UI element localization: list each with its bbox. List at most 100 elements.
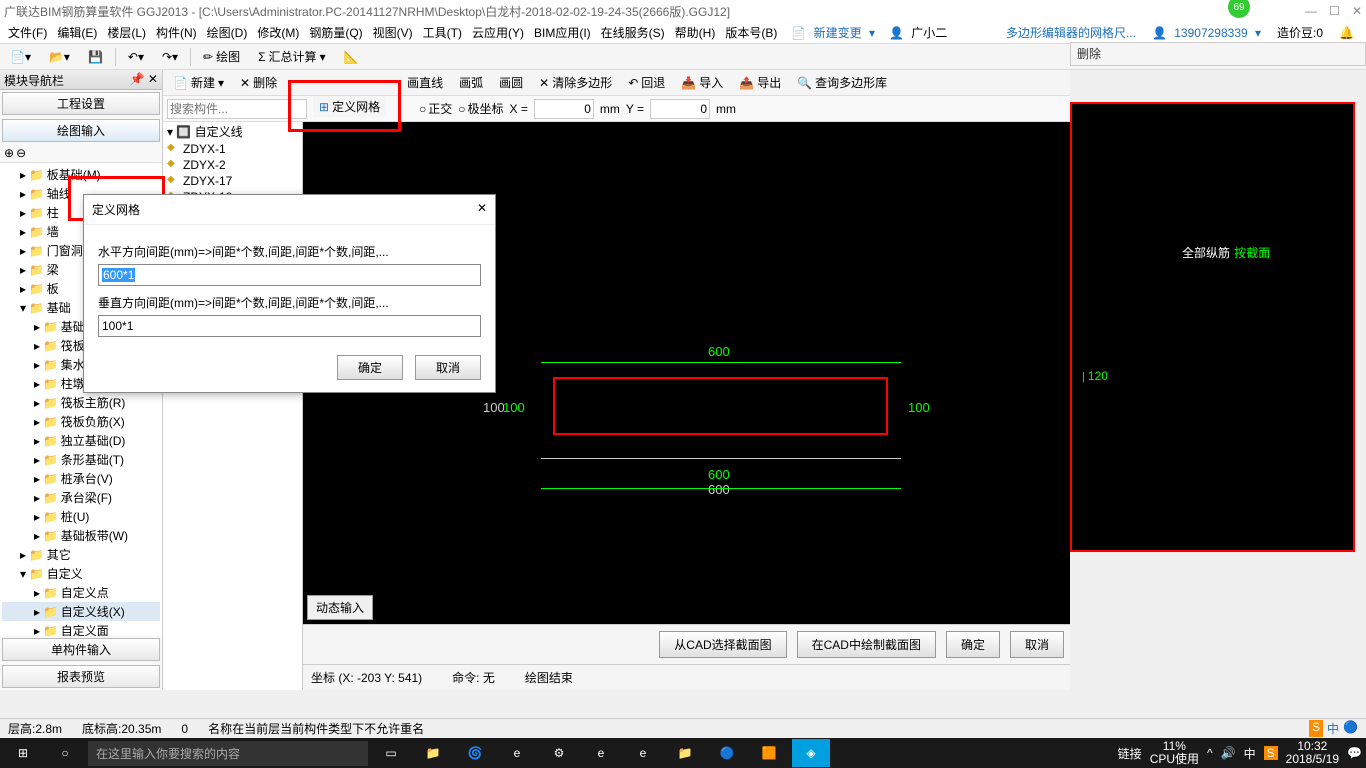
expand-icon[interactable]: ⊕ <box>4 146 14 160</box>
dialog-ok-button[interactable]: 确定 <box>337 355 403 380</box>
clock[interactable]: 10:322018/5/19 <box>1286 740 1339 766</box>
ruler-icon[interactable]: 📐 <box>338 48 365 66</box>
edge-icon[interactable]: e <box>498 739 536 767</box>
tree-item[interactable]: ▸ 📁 筏板主筋(R) <box>2 393 160 412</box>
ime-icon[interactable]: 中 <box>1244 745 1256 762</box>
tree-item[interactable]: ▸ 📁 板基础(M) <box>2 165 160 184</box>
maximize-icon[interactable]: ☐ <box>1329 4 1340 18</box>
notifications-icon[interactable]: 💬 <box>1347 746 1362 760</box>
ok-button[interactable]: 确定 <box>946 631 1000 658</box>
new-change-button[interactable]: 📄 新建变更 ▾ <box>787 24 879 41</box>
dialog-cancel-button[interactable]: 取消 <box>415 355 481 380</box>
list-item[interactable]: ZDYX-2 <box>163 157 302 173</box>
draw-toggle[interactable]: ✏ 绘图 <box>197 46 246 67</box>
v-spacing-input[interactable] <box>98 315 481 337</box>
list-item[interactable]: ZDYX-1 <box>163 141 302 157</box>
close-icon[interactable]: ✕ <box>1352 4 1362 18</box>
explorer-icon[interactable]: 📁 <box>666 739 704 767</box>
delete-button[interactable]: ✕ 删除 <box>234 72 283 93</box>
tree-item[interactable]: ▸ 📁 自定义面 <box>2 621 160 636</box>
cancel-button[interactable]: 取消 <box>1010 631 1064 658</box>
x-input[interactable] <box>534 99 594 119</box>
tree-item[interactable]: ▸ 📁 筏板负筋(X) <box>2 412 160 431</box>
cpu-meter[interactable]: 11%CPU使用 <box>1150 740 1199 766</box>
ie-icon[interactable]: e <box>624 739 662 767</box>
menu-online[interactable]: 在线服务(S) <box>597 24 669 41</box>
start-icon[interactable]: ⊞ <box>4 739 42 767</box>
pin-icon[interactable]: 📌 ✕ <box>130 72 158 87</box>
menu-floor[interactable]: 楼层(L) <box>103 24 150 41</box>
sum-calc-button[interactable]: Σ 汇总计算 ▾ <box>252 46 331 67</box>
minimize-icon[interactable]: — <box>1305 4 1317 18</box>
project-settings-button[interactable]: 工程设置 <box>2 92 160 115</box>
ortho-radio[interactable]: ○ 正交 <box>419 100 452 117</box>
ime-cn-icon[interactable]: 中 <box>1327 720 1339 737</box>
volume-icon[interactable]: 🔊 <box>1221 746 1236 760</box>
dialog-close-icon[interactable]: ✕ <box>477 201 487 218</box>
new-file-icon[interactable]: 📄▾ <box>4 48 37 66</box>
menu-edit[interactable]: 编辑(E) <box>53 24 101 41</box>
menu-rebar[interactable]: 钢筋量(Q) <box>305 24 366 41</box>
tree-item[interactable]: ▸ 📁 承台梁(F) <box>2 488 160 507</box>
menu-draw[interactable]: 绘图(D) <box>203 24 252 41</box>
tree-item[interactable]: ▸ 📁 独立基础(D) <box>2 431 160 450</box>
draw-line-button[interactable]: 画直线 <box>401 72 449 93</box>
tree-item[interactable]: ▸ 📁 自定义点 <box>2 583 160 602</box>
dynamic-input-button[interactable]: 动态输入 <box>307 595 373 620</box>
search-input[interactable] <box>167 99 307 119</box>
tree-item[interactable]: ▸ 📁 桩(U) <box>2 507 160 526</box>
no-offset-radio[interactable]: ◉ 不偏移 <box>325 124 376 141</box>
export-button[interactable]: 📤 导出 <box>733 72 787 93</box>
new-button[interactable]: 📄 新建 ▾ <box>167 72 230 93</box>
unit-input-button[interactable]: 单构件输入 <box>2 638 160 661</box>
user-indicator[interactable]: 👤 广小二 <box>885 24 955 41</box>
menu-version[interactable]: 版本号(B) <box>721 24 781 41</box>
tree-item[interactable]: ▾ 📁 自定义 <box>2 564 160 583</box>
bell-icon[interactable]: 🔔 <box>1335 26 1358 40</box>
comp-root[interactable]: ▾ 🔲 自定义线 <box>163 122 302 141</box>
menu-help[interactable]: 帮助(H) <box>671 24 720 41</box>
menu-tool[interactable]: 工具(T) <box>419 24 466 41</box>
current-app-icon[interactable]: ◈ <box>792 739 830 767</box>
phone-number[interactable]: 👤 13907298339 ▾ <box>1148 26 1265 40</box>
app-icon[interactable]: 🟧 <box>750 739 788 767</box>
list-item[interactable]: ZDYX-17 <box>163 173 302 189</box>
define-grid-button[interactable]: ⊞ 定义网格 <box>313 96 386 117</box>
menu-component[interactable]: 构件(N) <box>152 24 201 41</box>
h-spacing-input[interactable]: 600*1 <box>102 268 135 282</box>
task-view-icon[interactable]: ▭ <box>372 739 410 767</box>
from-cad-button[interactable]: 从CAD选择截面图 <box>659 631 786 658</box>
menu-view[interactable]: 视图(V) <box>369 24 417 41</box>
report-preview-button[interactable]: 报表预览 <box>2 665 160 688</box>
save-icon[interactable]: 💾 <box>82 48 109 66</box>
clear-polygon-button[interactable]: ✕ 清除多边形 <box>533 72 618 93</box>
import-button[interactable]: 📥 导入 <box>675 72 729 93</box>
open-file-icon[interactable]: 📂▾ <box>43 48 76 66</box>
polar-radio[interactable]: ○ 极坐标 <box>458 100 503 117</box>
draw-circle-button[interactable]: 画圆 <box>493 72 529 93</box>
taskbar-search[interactable]: 在这里输入你要搜索的内容 <box>88 741 368 766</box>
draw-input-button[interactable]: 绘图输入 <box>2 119 160 142</box>
app-icon[interactable]: ⚙ <box>540 739 578 767</box>
menu-bim[interactable]: BIM应用(I) <box>530 24 595 41</box>
tree-item[interactable]: ▸ 📁 自定义线(X) <box>2 602 160 621</box>
undo-polygon-button[interactable]: ↶ 回退 <box>622 72 671 93</box>
menu-cloud[interactable]: 云应用(Y) <box>468 24 528 41</box>
y-input[interactable] <box>650 99 710 119</box>
redo-icon[interactable]: ↷▾ <box>156 48 184 66</box>
app-icon[interactable]: 🌀 <box>456 739 494 767</box>
query-button[interactable]: 🔍 查询多边形库 <box>791 72 893 93</box>
edge2-icon[interactable]: e <box>582 739 620 767</box>
undo-icon[interactable]: ↶▾ <box>122 48 150 66</box>
tree-item[interactable]: ▸ 📁 基础板带(W) <box>2 526 160 545</box>
right-delete-button[interactable]: 删除 <box>1077 47 1101 61</box>
sogou-icon[interactable]: S <box>1264 746 1278 760</box>
draw-arc-button[interactable]: 画弧 <box>453 72 489 93</box>
tray-up-icon[interactable]: ^ <box>1207 746 1213 760</box>
collapse-icon[interactable]: ⊖ <box>16 146 26 160</box>
menu-modify[interactable]: 修改(M) <box>253 24 303 41</box>
menu-file[interactable]: 文件(F) <box>4 24 51 41</box>
in-cad-button[interactable]: 在CAD中绘制截面图 <box>797 631 936 658</box>
tree-item[interactable]: ▸ 📁 条形基础(T) <box>2 450 160 469</box>
app-icon[interactable]: 📁 <box>414 739 452 767</box>
